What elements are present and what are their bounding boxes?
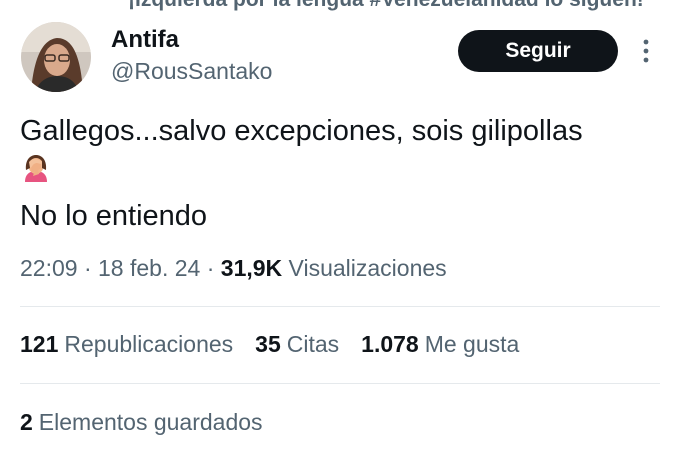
reposts-stat[interactable]: 121 Republicaciones xyxy=(20,331,233,358)
bookmarks-stat[interactable]: 2 Elementos guardados xyxy=(20,409,263,436)
previous-tweet-fragment: ¡Izquierda por la lengua #Venezuelanidad… xyxy=(128,0,644,12)
author-name[interactable]: Antifa xyxy=(111,26,179,54)
meta-separator: · xyxy=(77,255,99,281)
engagement-stats: 121 Republicaciones 35 Citas 1.078 Me gusta xyxy=(20,331,541,358)
views-label: Visualizaciones xyxy=(288,255,447,281)
tweet-date[interactable]: 18 feb. 24 xyxy=(98,255,200,281)
tweet-emoji-line xyxy=(20,152,660,196)
likes-label: Me gusta xyxy=(424,331,520,357)
tweet-time[interactable]: 22:09 xyxy=(20,255,78,281)
reposts-count: 121 xyxy=(20,331,59,357)
divider xyxy=(20,306,660,307)
likes-count: 1.078 xyxy=(361,331,419,357)
more-vertical-icon[interactable] xyxy=(639,36,653,66)
tweet-text: Gallegos...salvo excepciones, sois gilip… xyxy=(20,111,660,237)
bookmarks-label: Elementos guardados xyxy=(38,409,263,435)
divider xyxy=(20,383,660,384)
quotes-stat[interactable]: 35 Citas xyxy=(255,331,339,358)
tweet-line-3: No lo entiendo xyxy=(20,200,208,232)
woman-facepalming-emoji-icon xyxy=(20,152,52,196)
meta-separator: · xyxy=(200,255,221,281)
reposts-label: Republicaciones xyxy=(64,331,234,357)
tweet-meta: 22:09 · 18 feb. 24 · 31,9K Visualizacion… xyxy=(20,255,447,282)
avatar[interactable] xyxy=(21,22,91,92)
views-count: 31,9K xyxy=(220,255,283,281)
author-handle[interactable]: @RousSantako xyxy=(111,58,272,85)
quotes-label: Citas xyxy=(286,331,340,357)
likes-stat[interactable]: 1.078 Me gusta xyxy=(361,331,519,358)
tweet-line-1: Gallegos...salvo excepciones, sois gilip… xyxy=(20,115,583,147)
follow-button[interactable]: Seguir xyxy=(458,30,618,72)
quotes-count: 35 xyxy=(255,331,281,357)
avatar-image xyxy=(21,22,91,92)
bookmarks-count: 2 xyxy=(20,409,33,435)
